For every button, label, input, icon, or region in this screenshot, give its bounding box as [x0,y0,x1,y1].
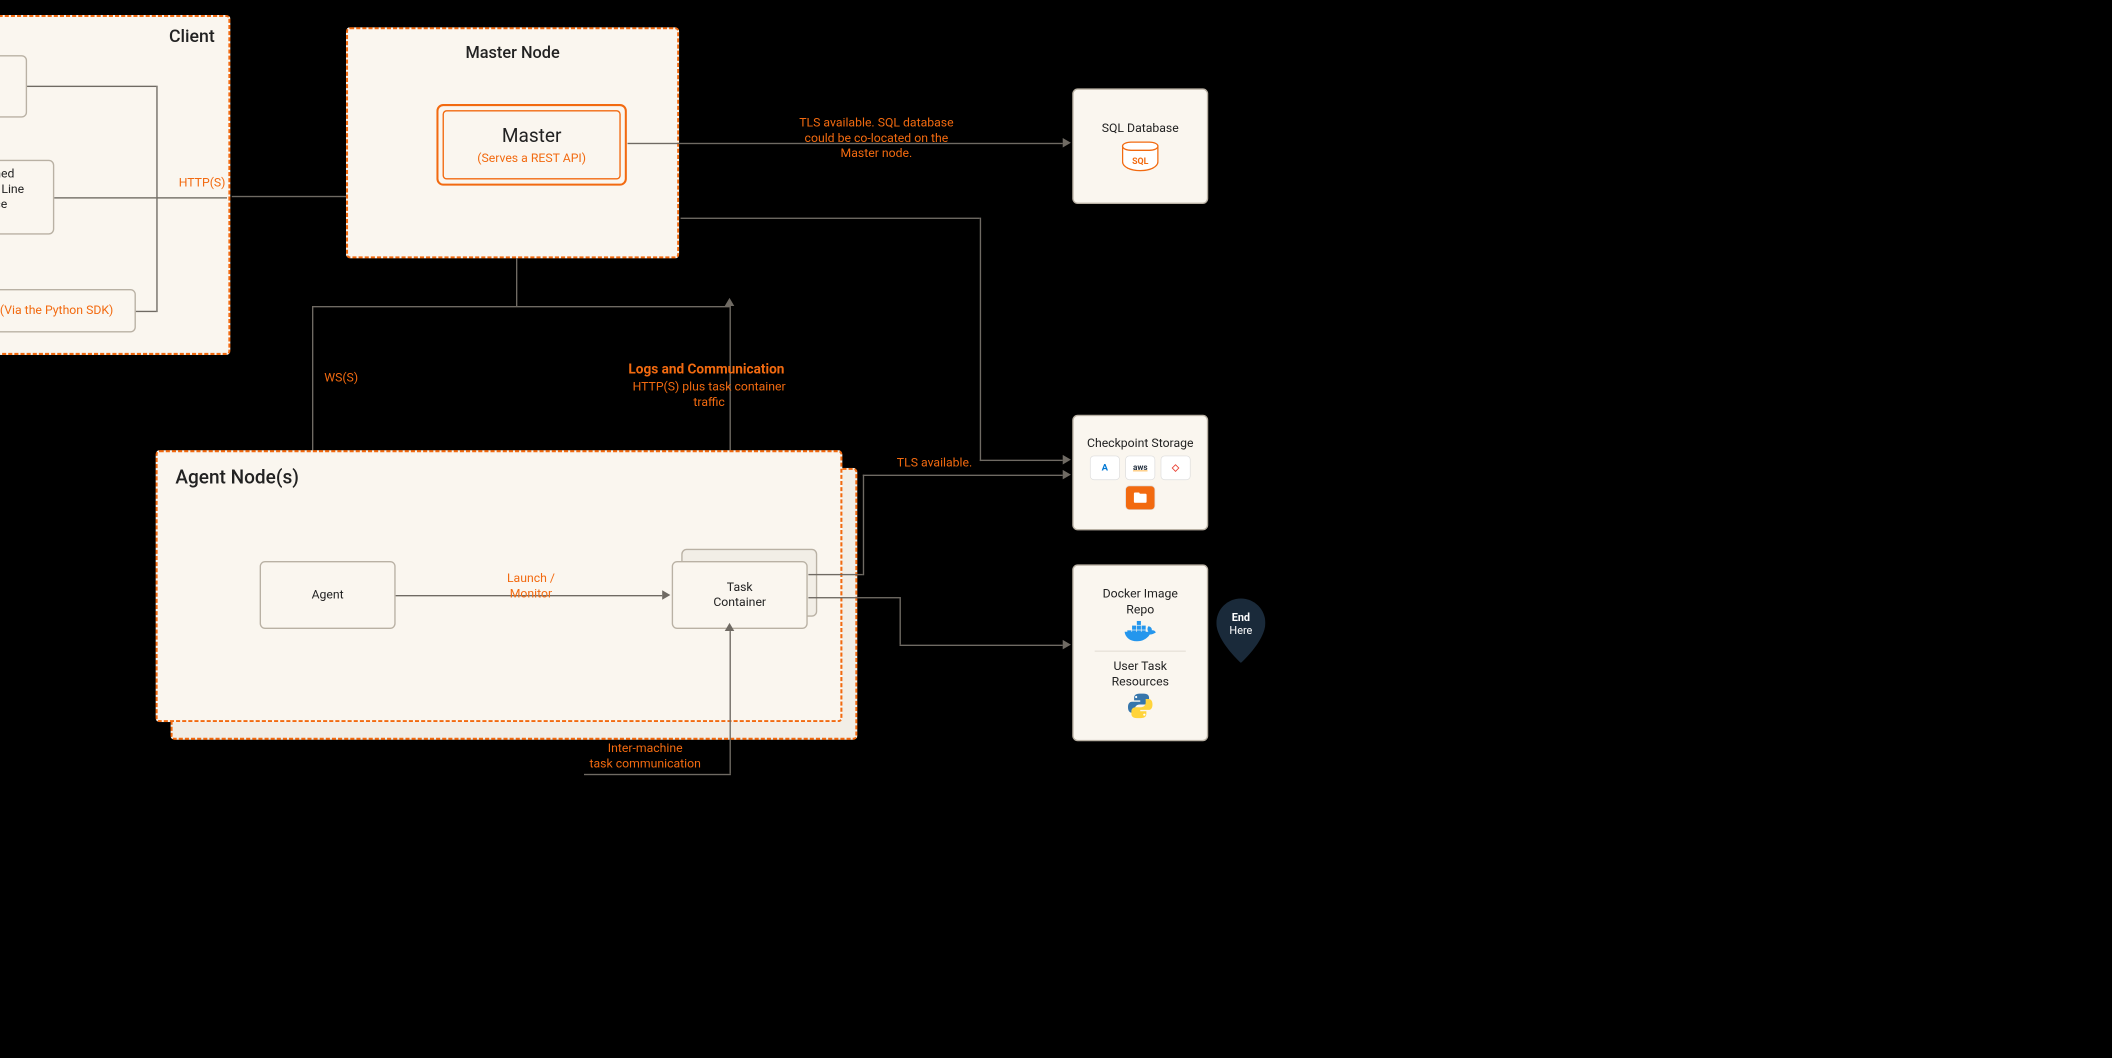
end-pin-title: End [1232,611,1250,624]
client-webui-box: Determined WebUI [0,55,27,118]
tls-sql-label: TLS available. SQL database could be co-… [781,116,971,162]
sql-database-box: SQL Database SQL [1072,88,1208,204]
end-pin-sub: Here [1229,624,1252,637]
agent-box: Agent [260,561,396,629]
logs-sub-label: HTTP(S) plus task container traffic [614,379,804,410]
logs-title-label: Logs and Communication [604,360,808,377]
python-icon [1127,692,1154,719]
master-node-title: Master Node [348,43,677,62]
wss-label: WS(S) [324,371,358,386]
client-cli-box: Determined Command Line Interface (CLI) [0,160,54,235]
docker-icon [1125,621,1156,644]
master-box: Master (Serves a REST API) [436,104,626,186]
client-cli-text: Determined Command Line Interface [0,167,24,213]
user-task-title: User Task Resources [1112,658,1169,690]
folder-icon: 🖿 [1125,485,1155,509]
diagram-root: Start Here End Here Client Determined We… [40,0,1596,784]
tls-available-label: TLS available. [897,456,972,471]
gcp-icon: ◇ [1161,455,1191,479]
https-label: HTTP(S) [179,175,226,190]
end-pin: End Here [1216,598,1265,663]
master-title: Master [502,124,562,146]
launch-label: Launch / Monitor [490,571,572,602]
master-sub: (Serves a REST API) [477,151,586,165]
checkpoint-storage-box: Checkpoint Storage A aws ◇ 🖿 [1072,415,1208,531]
sql-database-title: SQL Database [1102,121,1179,136]
agent-node-title: Agent Node(s) [175,466,299,488]
aws-icon: aws [1125,455,1155,479]
client-scripts-suffix: (Via the Python SDK) [0,303,113,318]
client-scripts-box: Your Scripts (Via the Python SDK) [0,289,136,333]
docker-repo-box: Docker Image Repo User Task Resources [1072,564,1208,741]
inter-machine-label: Inter-machine task communication [584,741,706,772]
checkpoint-storage-title: Checkpoint Storage [1087,435,1194,451]
azure-icon: A [1090,455,1120,479]
docker-repo-title: Docker Image Repo [1103,586,1178,618]
database-icon: SQL [1122,142,1159,172]
task-container-box: Task Container [672,561,808,629]
client-title: Client [169,27,215,47]
